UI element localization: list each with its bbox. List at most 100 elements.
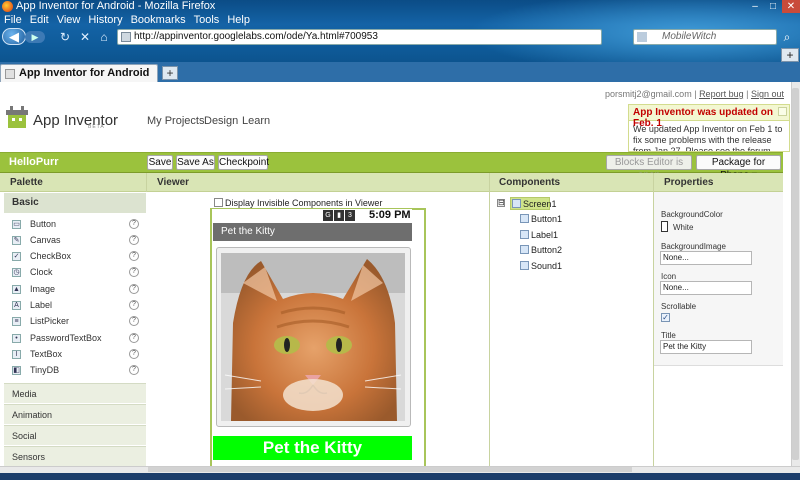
palette-item-textbox[interactable]: I TextBox? [12,346,140,362]
palette-item-canvas[interactable]: ✎ Canvas? [12,232,140,248]
maximize-button[interactable]: □ [764,0,782,13]
prop-label-backgroundcolor: BackgroundColor [661,210,723,219]
component-label: Button1 [531,214,563,224]
palette-drawer-sensors[interactable]: Sensors [4,446,146,466]
network-icon: G [323,210,333,221]
menu-view[interactable]: View [53,14,85,27]
nav-my-projects[interactable]: My Projects [147,115,204,127]
user-email: porsmitj2@gmail.com [605,89,692,99]
component-sound1[interactable]: Sound1 [520,261,562,271]
label-icon: A [12,301,21,310]
display-invisible-checkbox[interactable]: Display Invisible Components in Viewer [214,198,382,208]
close-icon[interactable] [778,107,787,116]
palette-item-listpicker[interactable]: ≡ ListPicker? [12,313,140,329]
new-tab-button[interactable]: + [162,66,178,80]
tab-label: App Inventor for Android [19,67,150,79]
palette-header: Palette [0,173,147,192]
package-for-phone-button[interactable]: Package for Phone ▾ [696,155,781,181]
collapse-icon[interactable]: ⊟ [497,199,505,207]
url-text: http://appinventor.googlelabs.com/ode/Ya… [134,31,378,42]
update-notice-title: App Inventor was updated on Feb. 1 [629,105,789,129]
horizontal-scroll-thumb[interactable] [148,467,632,472]
save-as-button[interactable]: Save As [176,155,215,170]
palette-item-checkbox[interactable]: ✓ CheckBox? [12,248,140,264]
search-input[interactable]: MobileWitch [633,29,777,45]
update-notice: App Inventor was updated on Feb. 1 We up… [628,104,790,152]
help-icon[interactable]: ? [129,333,139,343]
user-links: porsmitj2@gmail.com | Report bug | Sign … [560,89,784,99]
component-button2[interactable]: Button2 [520,245,562,255]
menu-tools[interactable]: Tools [190,14,224,27]
add-icon[interactable]: + [781,48,799,62]
vertical-scroll-thumb[interactable] [792,88,799,460]
palette-item-label: TinyDB [30,365,60,375]
help-icon[interactable]: ? [129,365,139,375]
palette-drawer-animation[interactable]: Animation [4,404,146,424]
palette-item-label: TextBox [30,349,63,359]
search-engine-icon[interactable] [637,32,647,42]
palette-item-label[interactable]: A Label? [12,297,140,313]
palette-item-label: Image [30,284,56,294]
prop-value-backgroundcolor[interactable]: White [673,223,693,232]
nav-design[interactable]: Design [204,115,238,127]
cat-image[interactable] [221,253,405,421]
checkpoint-button[interactable]: Checkpoint [218,155,269,170]
url-bar[interactable]: http://appinventor.googlelabs.com/ode/Ya… [117,29,602,45]
update-notice-body: We updated App Inventor on Feb 1 to fix … [629,121,789,151]
reload-icon[interactable]: ↻ [58,30,72,44]
status-icons: G ▮ 3 [323,210,367,222]
window-controls: – □ ✕ [746,0,800,13]
menu-bar: File Edit View History Bookmarks Tools H… [0,14,800,27]
scrollable-checkbox[interactable]: ✓ [661,313,670,322]
help-icon[interactable]: ? [129,219,139,229]
blocks-editor-button[interactable]: Blocks Editor is open [606,155,692,181]
beta-badge: BETA [88,124,105,130]
checkbox[interactable] [214,198,223,207]
save-button[interactable]: Save [147,155,173,170]
report-bug-link[interactable]: Report bug [699,89,744,99]
minimize-button[interactable]: – [746,0,764,13]
component-screen1[interactable]: Screen1 [512,199,557,209]
palette-item-label: CheckBox [30,251,72,261]
divider [489,173,490,466]
palette-drawer-media[interactable]: Media [4,383,146,403]
search-icon[interactable]: ⌕ [779,29,795,45]
palette-item-passwordtextbox[interactable]: • PasswordTextBox? [12,330,140,346]
icon-field[interactable]: None... [660,281,752,295]
palette-drawer-social[interactable]: Social [4,425,146,445]
menu-bookmarks[interactable]: Bookmarks [127,14,190,27]
color-swatch[interactable] [661,221,668,232]
title-field[interactable]: Pet the Kitty [660,340,752,354]
menu-history[interactable]: History [84,14,126,27]
tab-app-inventor[interactable]: App Inventor for Android [0,64,158,82]
nav-learn[interactable]: Learn [242,115,270,127]
palette-item-tinydb[interactable]: ◧ TinyDB? [12,362,140,378]
help-icon[interactable]: ? [129,235,139,245]
help-icon[interactable]: ? [129,316,139,326]
component-button1[interactable]: Button1 [520,214,562,224]
back-button[interactable]: ◀ [2,28,26,45]
close-window-button[interactable]: ✕ [782,0,800,13]
stop-icon[interactable]: ✕ [78,30,92,44]
home-icon[interactable]: ⌂ [97,30,111,44]
component-label1[interactable]: Label1 [520,230,558,240]
forward-button[interactable]: ▶ [25,31,45,43]
help-icon[interactable]: ? [129,251,139,261]
menu-file[interactable]: File [0,14,26,27]
components-header: Components [489,173,654,192]
help-icon[interactable]: ? [129,284,139,294]
menu-help[interactable]: Help [223,14,254,27]
palette-basic-header[interactable]: Basic [4,193,146,213]
palette-item-image[interactable]: ▲ Image? [12,281,140,297]
help-icon[interactable]: ? [129,349,139,359]
separator: | [746,89,749,99]
taskbar [0,473,800,480]
backgroundimage-field[interactable]: None... [660,251,752,265]
menu-edit[interactable]: Edit [26,14,53,27]
palette-item-button[interactable]: ▭ Button? [12,216,140,232]
palette-item-clock[interactable]: ◷ Clock? [12,264,140,280]
help-icon[interactable]: ? [129,267,139,277]
sign-out-link[interactable]: Sign out [751,89,784,99]
listpicker-icon: ≡ [12,317,21,326]
help-icon[interactable]: ? [129,300,139,310]
